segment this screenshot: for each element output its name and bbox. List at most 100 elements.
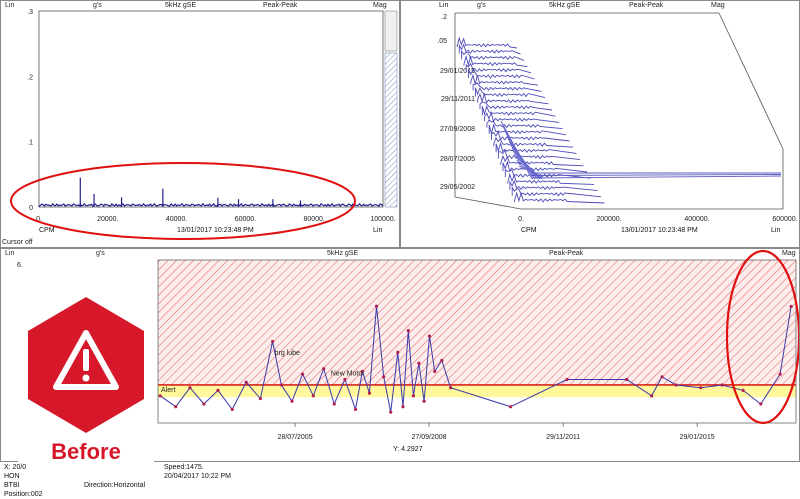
footer-line: BTBI [4, 482, 20, 489]
trend-point [258, 396, 262, 401]
trend-point [271, 339, 275, 344]
y-tick-label: .2 [441, 14, 447, 21]
annotation-new-motor: New Motor [331, 370, 366, 377]
x-axis-right-label: Lin [771, 227, 781, 234]
before-label: Before [51, 439, 121, 464]
trend-point [382, 375, 386, 379]
trend-point [374, 304, 379, 308]
trend-point [202, 402, 206, 406]
x-tick-label: 600000. [772, 216, 797, 223]
trend-point [216, 388, 220, 392]
x-tick-label: 27/09/2008 [412, 434, 447, 441]
footer-line: HON [4, 473, 20, 480]
waterfall-panel: Lin g's 5kHz gSE Peak-Peak Mag .2.05 29/0… [400, 0, 800, 248]
plot-frame [38, 10, 384, 208]
trend-point [674, 383, 678, 387]
trend-point [311, 394, 315, 398]
trend-point [650, 394, 654, 398]
trend-point [188, 386, 192, 390]
trend-point [396, 350, 400, 354]
trend-point [279, 383, 284, 387]
waterfall-slice [477, 92, 549, 105]
timestamp: 13/01/2017 10:23:48 PM [621, 227, 698, 234]
x-tick-label: 28/07/2005 [278, 434, 313, 441]
footer-measurement: Speed:1475. 20/04/2017 10:22 PM Directio… [84, 463, 231, 490]
x-axis-right-label: Lin [373, 227, 383, 234]
y-tick-label: .2 [27, 74, 33, 81]
footer-line: X: 20/0 [4, 464, 27, 471]
waterfall-slice [491, 130, 570, 142]
trend-point [508, 405, 513, 409]
trend-point [720, 383, 724, 387]
trend-point [230, 407, 234, 412]
trend-point [427, 334, 432, 338]
trend-point [174, 405, 178, 409]
scrollbar-thumb [384, 10, 398, 52]
trend-point [290, 399, 294, 403]
x-tick-label: 29/01/2015 [680, 434, 715, 441]
annotation-brg-lube: brg lube [275, 350, 300, 357]
trend-point [449, 386, 453, 390]
waterfall-slice [474, 87, 546, 99]
trend-point [660, 375, 664, 379]
x-tick-label: 80000. [303, 216, 324, 223]
waterfall-floor [530, 174, 782, 176]
x-tick-label: 200000. [596, 216, 621, 223]
trend-point [367, 391, 372, 395]
trend-point [406, 329, 410, 333]
waterfall-slice [456, 36, 518, 49]
date-tick-label: 28/07/2005 [440, 156, 475, 163]
axis-line [718, 12, 784, 150]
x-tick-label: 20000. [97, 216, 118, 223]
waterfall-slice [500, 154, 584, 167]
trend-point [565, 377, 569, 382]
date-tick-label: 27/09/2008 [440, 126, 475, 133]
annotation-alert: Alert [161, 387, 175, 394]
warning-triangle-icon [28, 297, 144, 433]
before-badge: Before [18, 293, 154, 468]
trend-point [422, 399, 426, 403]
waterfall-slice [509, 179, 598, 192]
trend-point [440, 358, 444, 363]
speed-value: Speed:1475. [164, 464, 204, 471]
y-tick-label: .05 [437, 38, 447, 45]
trend-point [343, 377, 347, 382]
trend-point [411, 394, 416, 398]
y-tick-label: 0 [29, 205, 33, 212]
x-tick-label: 40000. [166, 216, 187, 223]
direction-value: Direction:Horizontal [84, 482, 146, 489]
trend-point [625, 377, 629, 382]
date-tick-label: 29/11/2011 [441, 96, 475, 103]
waterfall-slice [488, 123, 567, 136]
trend-point [301, 372, 305, 376]
scrollbar-hatch [384, 52, 398, 208]
trend-point [158, 394, 162, 398]
trend-point [433, 369, 437, 373]
trend-point [699, 386, 703, 390]
waterfall-floor [530, 175, 782, 179]
axis-line [454, 196, 522, 210]
x-tick-label: 29/11/2011 [546, 434, 580, 441]
waterfall-chart: .2.0529/01/201529/11/201127/09/200828/07… [437, 12, 798, 223]
trend-point [759, 402, 763, 406]
trend-point [322, 367, 326, 371]
x-axis-unit: CPM [521, 227, 537, 234]
x-tick-label: 60000. [235, 216, 256, 223]
footer-line: Position:002 [4, 491, 43, 498]
trend-point [401, 405, 405, 409]
y-tick-label: .3 [27, 9, 33, 16]
timestamp: 13/01/2017 10:23:48 PM [177, 227, 254, 234]
y-tick-label: .1 [27, 140, 33, 147]
trend-point [244, 380, 248, 384]
x-tick-label: 400000. [684, 216, 709, 223]
trend-point [332, 402, 336, 406]
spectrum-panel: Lin g's 5kHz gSE Peak-Peak Mag .3.2.1 0 0.… [0, 0, 400, 248]
x-tick-label: 0. [518, 216, 524, 223]
trend-point [789, 304, 793, 309]
trend-point [741, 388, 745, 392]
waterfall-slice [484, 110, 560, 123]
spectrum-chart: .3.2.100. 20000. 40000. 60000. 80000. 100000. [10, 9, 398, 240]
trend-point [389, 410, 393, 414]
y-tick-label: 6. [17, 262, 23, 269]
trend-point [778, 372, 782, 376]
